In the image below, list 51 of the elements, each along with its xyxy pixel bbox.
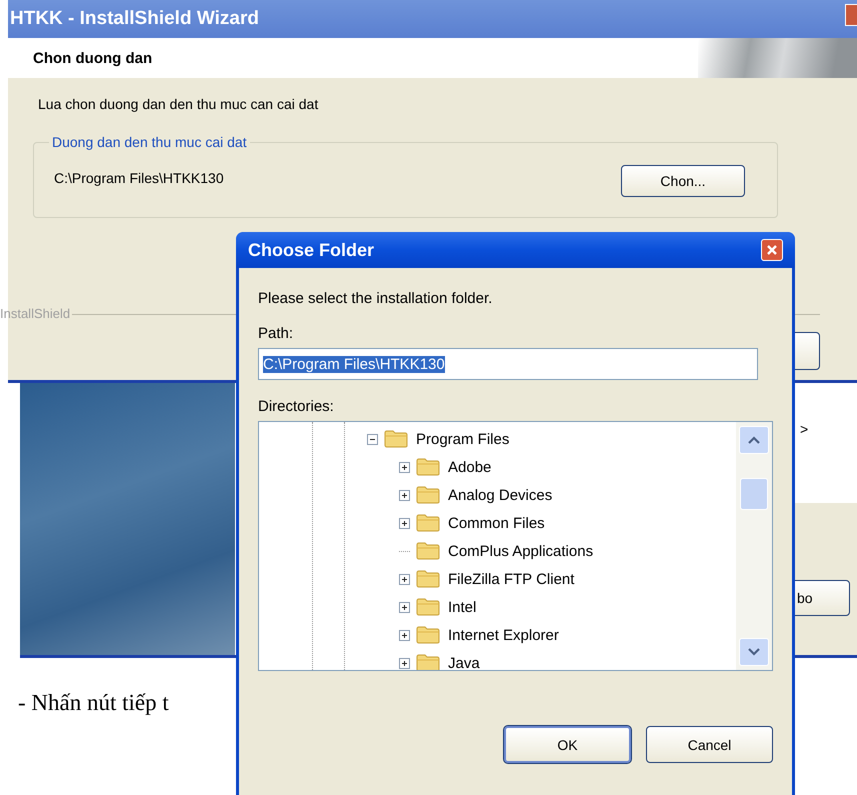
scroll-down-button[interactable]	[739, 638, 769, 666]
window-title: HTKK - InstallShield Wizard	[10, 8, 259, 30]
folder-label[interactable]: ComPlus Applications	[448, 542, 594, 560]
path-text: C:\Program Files\HTKK130	[54, 170, 224, 186]
folder-label[interactable]: FileZilla FTP Client	[448, 570, 574, 588]
plus-icon[interactable]	[399, 490, 410, 500]
cancel-button[interactable]: Cancel	[646, 726, 773, 763]
text-fragment: >	[800, 421, 808, 437]
folder-icon	[416, 486, 440, 504]
folder-icon	[416, 626, 440, 644]
ok-button[interactable]: OK	[504, 726, 631, 763]
folder-icon	[416, 458, 440, 476]
scroll-thumb[interactable]	[740, 478, 768, 510]
chevron-down-icon	[748, 648, 760, 656]
minus-icon[interactable]	[367, 434, 378, 444]
close-button[interactable]	[761, 239, 783, 261]
folder-label[interactable]: Internet Explorer	[448, 626, 559, 644]
path-label: Path:	[258, 325, 294, 342]
folder-icon	[416, 598, 440, 616]
chevron-up-icon	[748, 436, 760, 444]
document-text: - Nhấn nút tiếp t	[18, 690, 169, 716]
folder-icon	[416, 514, 440, 532]
plus-icon[interactable]	[399, 574, 410, 584]
description-text: Lua chon duong dan den thu muc can cai dat	[38, 96, 320, 112]
plus-icon[interactable]	[399, 658, 410, 668]
plus-icon[interactable]	[399, 602, 410, 612]
folder-icon	[384, 430, 408, 448]
prompt-text: Please select the installation folder.	[258, 290, 494, 307]
folder-label[interactable]: Intel	[448, 598, 476, 616]
plus-icon[interactable]	[399, 462, 410, 472]
browse-button[interactable]: Chon...	[621, 165, 745, 197]
folder-icon	[416, 570, 440, 588]
folder-label[interactable]: Adobe	[448, 458, 492, 476]
brand-label: InstallShield	[0, 306, 70, 321]
close-icon	[766, 244, 778, 256]
plus-icon[interactable]	[399, 630, 410, 640]
page-heading: Chon duong dan	[33, 50, 152, 66]
folder-label[interactable]: Java	[448, 654, 480, 670]
scroll-up-button[interactable]	[739, 426, 769, 454]
folder-icon	[416, 542, 440, 560]
folder-icon	[416, 654, 440, 670]
close-button[interactable]	[845, 4, 857, 26]
plus-icon[interactable]	[399, 518, 410, 528]
folder-label[interactable]: Analog Devices	[448, 486, 552, 504]
folder-label[interactable]: Common Files	[448, 514, 545, 532]
scrollbar[interactable]	[736, 422, 772, 670]
path-field[interactable]: C:\Program Files\HTKK130	[258, 348, 758, 380]
folder-label[interactable]: Program Files	[416, 430, 510, 448]
group-label: Duong dan den thu muc cai dat	[49, 134, 250, 150]
directories-label: Directories:	[258, 398, 335, 415]
dialog-title: Choose Folder	[248, 240, 374, 260]
